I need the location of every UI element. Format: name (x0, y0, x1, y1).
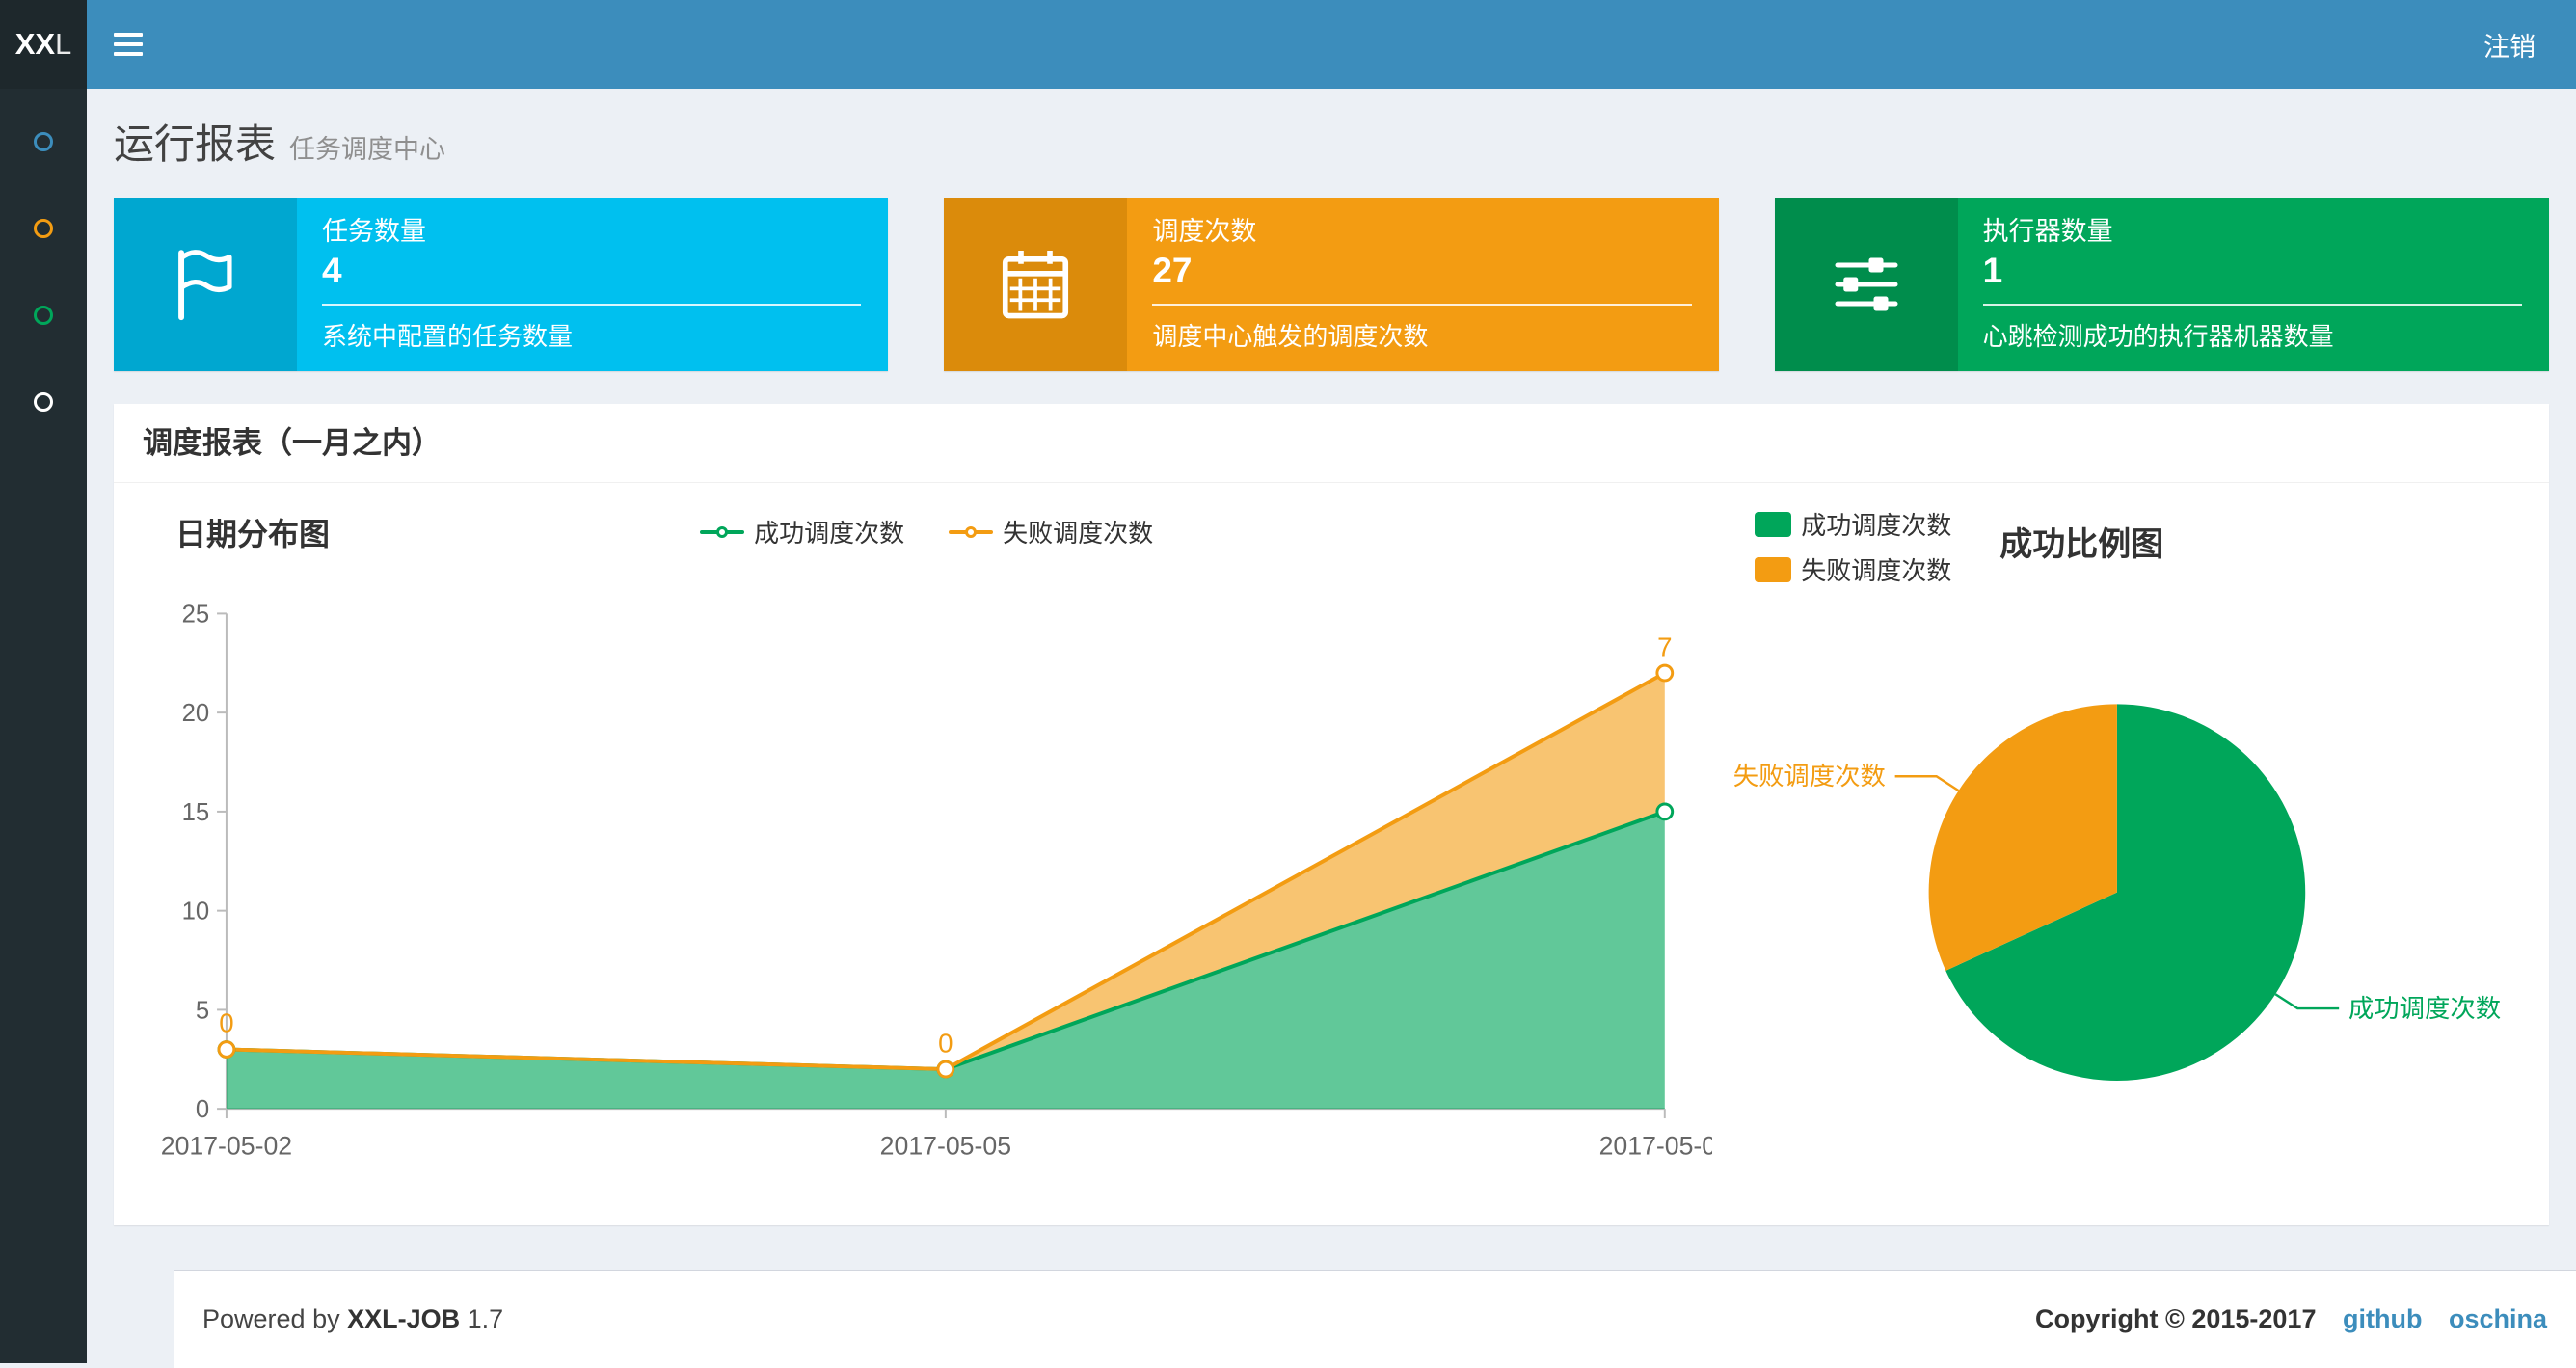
brand-text: XXL-JOB (347, 1304, 460, 1333)
page-title-text: 运行报表 (114, 121, 276, 167)
logo-text-bold: XX (15, 27, 55, 62)
legend-item-success[interactable]: 成功调度次数 (1755, 506, 1951, 542)
info-box-icon-area (114, 198, 297, 371)
report-panel: 调度报表（一月之内） 日期分布图 成功调度次数 (114, 404, 2549, 1225)
powered-by-text: Powered by (202, 1304, 340, 1333)
info-box-value: 27 (1152, 250, 1691, 292)
line-chart-legend: 成功调度次数 失败调度次数 (141, 514, 1712, 550)
oschina-link[interactable]: oschina (2449, 1304, 2547, 1333)
success-ratio-header: 成功调度次数 失败调度次数 成功比例图 (1712, 498, 2522, 599)
success-ratio-section: 成功调度次数 失败调度次数 成功比例图 成功调度次数失败调度次数 (1712, 498, 2522, 1175)
divider (1983, 304, 2522, 306)
info-box-icon-area (944, 198, 1127, 371)
legend-item-fail[interactable]: 失败调度次数 (1755, 551, 1951, 587)
info-box-row: 任务数量 4 系统中配置的任务数量 (114, 198, 2549, 371)
svg-text:25: 25 (182, 601, 210, 628)
svg-text:20: 20 (182, 700, 210, 727)
sidebar-item-executor-manage[interactable] (0, 359, 87, 445)
circle-icon (34, 392, 53, 412)
svg-text:成功调度次数: 成功调度次数 (2348, 994, 2501, 1023)
pie-chart-legend: 成功调度次数 失败调度次数 (1755, 506, 1951, 587)
sidebar-item-job-manage[interactable] (0, 185, 87, 272)
info-box-body: 任务数量 4 系统中配置的任务数量 (297, 198, 888, 371)
info-box-value: 1 (1983, 250, 2522, 292)
sidebar-toggle-button[interactable] (87, 0, 170, 89)
divider (322, 304, 861, 306)
svg-text:0: 0 (219, 1008, 233, 1038)
circle-icon (34, 132, 53, 151)
copyright-text: Copyright © 2015-2017 (2035, 1304, 2317, 1333)
date-distribution-chart: 05101520252017-05-022017-05-052017-05-08… (141, 566, 1712, 1175)
footer: Powered by XXL-JOB 1.7 Copyright © 2015-… (174, 1270, 2576, 1368)
svg-text:7: 7 (1657, 631, 1672, 661)
app-logo[interactable]: XXL (0, 0, 87, 89)
svg-text:5: 5 (196, 997, 209, 1024)
divider (1152, 304, 1691, 306)
legend-label: 失败调度次数 (1003, 514, 1153, 550)
page-title: 运行报表任务调度中心 (114, 121, 2549, 173)
page-subtitle: 任务调度中心 (289, 135, 445, 164)
success-ratio-pie-chart: 成功调度次数 失败调度次数 (1712, 599, 2522, 1126)
info-box-description: 调度中心触发的调度次数 (1152, 317, 1691, 353)
hamburger-icon (114, 42, 143, 46)
powered-by: Powered by XXL-JOB 1.7 (202, 1304, 503, 1334)
version-text: 1.7 (468, 1304, 504, 1333)
sliders-icon (1828, 246, 1905, 323)
hamburger-icon (114, 52, 143, 56)
content-header: 运行报表任务调度中心 (87, 89, 2576, 198)
top-navbar: XXL 注销 (0, 0, 2576, 89)
line-marker-icon (700, 530, 744, 534)
info-box-executors: 执行器数量 1 心跳检测成功的执行器机器数量 (1775, 198, 2549, 371)
report-panel-title: 调度报表（一月之内） (114, 404, 2549, 483)
content-wrapper: 运行报表任务调度中心 任务数量 4 系统中配置的任务数量 (87, 0, 2576, 1368)
svg-text:10: 10 (182, 899, 210, 925)
legend-label: 失败调度次数 (1801, 551, 1951, 587)
info-box-title: 任务数量 (322, 215, 861, 248)
legend-swatch-icon (1755, 512, 1791, 537)
report-panel-body: 日期分布图 成功调度次数 (114, 483, 2549, 1175)
info-box-triggers: 调度次数 27 调度中心触发的调度次数 (944, 198, 1718, 371)
github-link[interactable]: github (2343, 1304, 2422, 1333)
logout-link[interactable]: 注销 (2443, 0, 2576, 89)
info-box-body: 执行器数量 1 心跳检测成功的执行器机器数量 (1958, 198, 2549, 371)
flag-icon (165, 244, 246, 325)
legend-item-success[interactable]: 成功调度次数 (700, 514, 904, 550)
info-box-title: 调度次数 (1152, 215, 1691, 248)
calendar-icon (997, 246, 1074, 323)
info-box-jobs: 任务数量 4 系统中配置的任务数量 (114, 198, 888, 371)
legend-label: 成功调度次数 (754, 514, 904, 550)
sidebar-item-run-report[interactable] (0, 98, 87, 185)
info-box-title: 执行器数量 (1983, 215, 2522, 248)
svg-text:0: 0 (196, 1096, 209, 1123)
info-box-description: 系统中配置的任务数量 (322, 317, 861, 353)
copyright-area: Copyright © 2015-2017 github oschina (2035, 1304, 2547, 1334)
success-ratio-title: 成功比例图 (1999, 518, 2163, 565)
svg-text:2017-05-02: 2017-05-02 (161, 1132, 292, 1161)
legend-label: 成功调度次数 (1801, 506, 1951, 542)
info-box-icon-area (1775, 198, 1958, 371)
line-marker-icon (949, 530, 993, 534)
hamburger-icon (114, 33, 143, 37)
info-box-description: 心跳检测成功的执行器机器数量 (1983, 317, 2522, 353)
svg-text:15: 15 (182, 799, 210, 826)
date-distribution-header: 日期分布图 成功调度次数 (141, 498, 1712, 566)
legend-swatch-icon (1755, 557, 1791, 582)
legend-item-fail[interactable]: 失败调度次数 (949, 514, 1153, 550)
info-box-body: 调度次数 27 调度中心触发的调度次数 (1127, 198, 1718, 371)
circle-icon (34, 219, 53, 238)
content: 任务数量 4 系统中配置的任务数量 (87, 198, 2576, 1225)
info-box-value: 4 (322, 250, 861, 292)
circle-icon (34, 306, 53, 325)
svg-text:0: 0 (938, 1028, 953, 1058)
marker-dot-icon (716, 526, 728, 538)
svg-text:2017-05-05: 2017-05-05 (880, 1132, 1011, 1161)
marker-dot-icon (965, 526, 977, 538)
sidebar-item-dispatch-log[interactable] (0, 272, 87, 359)
date-distribution-section: 日期分布图 成功调度次数 (141, 498, 1712, 1175)
logo-text-light: L (55, 27, 71, 62)
svg-text:失败调度次数: 失败调度次数 (1733, 762, 1886, 791)
svg-text:2017-05-08: 2017-05-08 (1599, 1132, 1713, 1161)
sidebar (0, 89, 87, 1363)
